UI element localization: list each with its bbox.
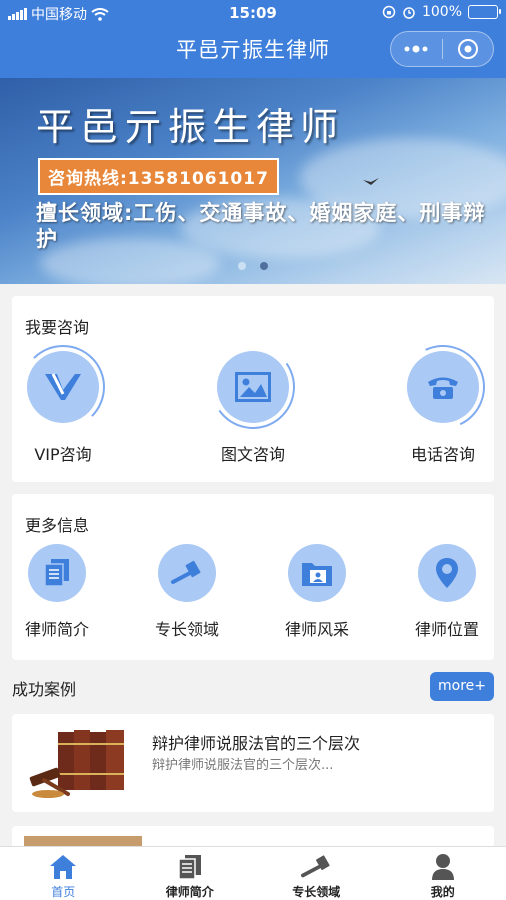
folder-photo-icon [302, 563, 332, 586]
gavel-icon [301, 854, 330, 877]
lawyer-location-button[interactable]: 律师位置 [402, 544, 492, 640]
more-info-label: 律师风采 [284, 620, 349, 639]
tab-mine[interactable]: 我的 [380, 847, 506, 900]
expertise-button[interactable]: 专长领域 [142, 544, 232, 640]
more-cases-button[interactable]: more+ [430, 672, 494, 701]
carousel-dot-active[interactable] [260, 262, 268, 270]
case-thumbnail [24, 836, 142, 846]
target-circle-icon[interactable] [443, 32, 494, 66]
lawyer-intro-button[interactable]: 律师简介 [12, 544, 102, 640]
carousel-dot[interactable] [238, 262, 246, 270]
more-info-label: 律师位置 [414, 620, 479, 639]
case-item[interactable]: 辩护律师说服法官的三个层次 辩护律师说服法官的三个层次... [12, 714, 494, 812]
battery-icon [468, 5, 501, 19]
phone-consult-button[interactable]: 电话咨询 [389, 333, 497, 465]
bird-icon [363, 178, 379, 185]
top-bar: 中国移动 15:09 100% 平邑亓振生律师 [0, 0, 506, 78]
case-desc: 辩护律师说服法官的三个层次... [152, 758, 334, 773]
consult-label: 图文咨询 [220, 445, 285, 464]
banner-carousel[interactable]: 平邑亓振生律师 咨询热线:13581061017 擅长领域:工伤、交通事故、婚姻… [0, 78, 506, 284]
tab-home[interactable]: 首页 [0, 847, 127, 900]
more-dots-icon[interactable] [391, 32, 442, 66]
tab-bar: 首页 律师简介 专长领域 我的 [0, 846, 506, 900]
alarm-icon [403, 7, 415, 19]
tab-label: 律师简介 [165, 885, 214, 899]
more-info-label: 律师简介 [24, 620, 89, 639]
rotation-lock-icon [382, 5, 396, 19]
location-pin-icon [436, 558, 458, 588]
document-icon [178, 854, 201, 880]
tab-lawyer-intro[interactable]: 律师简介 [127, 847, 254, 900]
consult-label: 电话咨询 [410, 445, 475, 464]
mini-program-capsule [390, 31, 494, 67]
status-bar: 中国移动 15:09 100% [0, 0, 506, 26]
image-consult-button[interactable]: 图文咨询 [204, 338, 302, 465]
carousel-dots [0, 262, 506, 270]
document-icon [44, 559, 69, 587]
more-info-title: 更多信息 [25, 516, 90, 535]
tab-label: 我的 [430, 885, 455, 899]
case-item[interactable] [12, 826, 494, 846]
banner-title: 平邑亓振生律师 [36, 105, 345, 149]
tab-expertise[interactable]: 专长领域 [253, 847, 380, 900]
lawyer-gallery-button[interactable]: 律师风采 [272, 544, 362, 640]
user-icon [431, 853, 454, 880]
tab-label: 专长领域 [292, 885, 341, 899]
more-info-card: 更多信息 律师简介 专长领域 律师风采 律师位置 [12, 494, 494, 660]
more-info-label: 专长领域 [154, 620, 219, 639]
hotline-label: 咨询热线:13581061017 [38, 158, 279, 195]
tab-label: 首页 [51, 885, 76, 899]
expertise-text: 擅长领域:工伤、交通事故、婚姻家庭、刑事辩护 [36, 201, 486, 251]
cases-title: 成功案例 [12, 680, 77, 699]
home-icon [50, 854, 77, 879]
consult-title: 我要咨询 [25, 318, 90, 337]
vip-consult-button[interactable]: VIP咨询 [18, 345, 108, 465]
gavel-icon [171, 560, 201, 584]
battery-percent: 100% [421, 4, 462, 20]
law-books-gavel-image [24, 724, 142, 802]
consult-card: 我要咨询 VIP咨询 图文咨询 电话咨询 [12, 296, 497, 482]
consult-label: VIP咨询 [34, 445, 92, 464]
case-title: 辩护律师说服法官的三个层次 [152, 734, 361, 753]
